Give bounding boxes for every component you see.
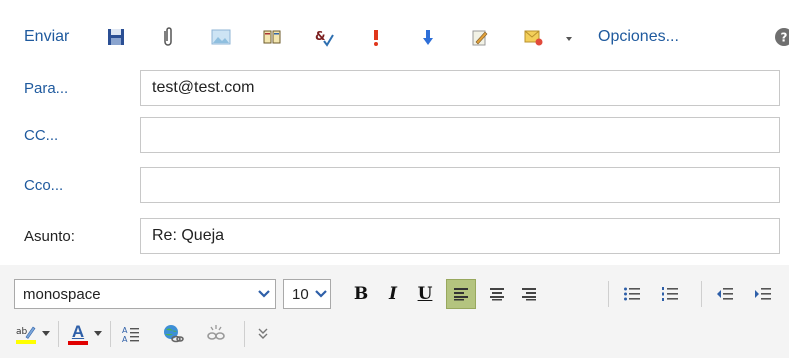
compose-toolbar: Enviar & Opciones... ? xyxy=(0,0,789,70)
font-color-label: A xyxy=(71,322,85,341)
globe-link-icon xyxy=(164,325,184,343)
separator xyxy=(244,321,245,347)
svg-text:&: & xyxy=(315,29,325,43)
separator xyxy=(58,321,59,347)
high-importance-icon[interactable] xyxy=(366,26,386,48)
signature-icon[interactable] xyxy=(470,26,490,48)
bcc-label-button[interactable]: Cco... xyxy=(24,177,63,194)
underline-button[interactable]: U xyxy=(412,279,438,309)
save-icon[interactable] xyxy=(106,26,126,48)
bcc-input[interactable] xyxy=(140,167,780,203)
font-size-select[interactable]: 10 xyxy=(283,279,331,309)
bold-label: B xyxy=(353,284,369,304)
spell-check-icon[interactable]: & xyxy=(314,26,334,48)
decrease-indent-icon xyxy=(717,288,733,300)
decrease-indent-button[interactable] xyxy=(710,279,740,309)
double-chevron-down-icon xyxy=(258,328,268,339)
insert-link-button[interactable] xyxy=(160,320,186,348)
flag-dropdown-icon[interactable] xyxy=(564,26,574,48)
highlight-dropdown-icon[interactable] xyxy=(40,320,52,348)
align-left-button[interactable] xyxy=(446,279,476,309)
separator xyxy=(608,281,609,307)
highlight-color-button[interactable]: ab xyxy=(14,320,38,348)
font-family-select[interactable]: monospace xyxy=(14,279,276,309)
remove-link-button[interactable] xyxy=(203,320,229,348)
bcc-row: Cco... xyxy=(0,167,789,205)
subject-label: Asunto: xyxy=(24,228,75,245)
highlight-swatch xyxy=(16,340,36,344)
subject-row: Asunto: xyxy=(0,218,789,256)
low-importance-icon[interactable] xyxy=(418,26,438,48)
italic-button[interactable]: I xyxy=(380,279,406,309)
increase-indent-button[interactable] xyxy=(748,279,778,309)
paragraph-format-icon: AA xyxy=(122,326,139,343)
options-button[interactable]: Opciones... xyxy=(598,28,679,46)
paragraph-format-button[interactable]: AA xyxy=(118,320,144,348)
font-color-dropdown-icon[interactable] xyxy=(92,320,104,348)
svg-text:A: A xyxy=(122,335,128,343)
send-button[interactable]: Enviar xyxy=(24,28,69,46)
align-right-icon xyxy=(522,288,536,301)
cc-row: CC... xyxy=(0,117,789,155)
separator xyxy=(110,321,111,347)
font-family-value: monospace xyxy=(23,286,101,303)
highlight-icon: ab xyxy=(16,326,36,344)
cc-input[interactable] xyxy=(140,117,780,153)
subject-input[interactable] xyxy=(140,218,780,254)
cc-label-button[interactable]: CC... xyxy=(24,127,58,144)
chevron-down-icon[interactable] xyxy=(312,280,330,308)
to-label-button[interactable]: Para... xyxy=(24,80,68,97)
font-size-value: 10 xyxy=(292,286,309,303)
svg-text:ab: ab xyxy=(16,327,28,337)
flag-icon[interactable] xyxy=(524,26,544,48)
numbered-list-button[interactable] xyxy=(655,279,685,309)
numbered-list-icon xyxy=(662,287,678,301)
align-left-icon xyxy=(454,288,468,301)
bulleted-list-button[interactable] xyxy=(617,279,647,309)
align-right-button[interactable] xyxy=(514,279,544,309)
font-color-button[interactable]: A xyxy=(66,320,90,348)
insert-image-icon[interactable] xyxy=(211,26,231,48)
to-input[interactable] xyxy=(140,70,780,106)
italic-label: I xyxy=(389,284,397,304)
svg-text:A: A xyxy=(122,326,128,335)
address-book-icon[interactable] xyxy=(262,26,282,48)
bulleted-list-icon xyxy=(624,287,640,301)
formatting-toolbar: monospace 10 B I U ab A A A xyxy=(0,265,789,358)
separator xyxy=(701,281,702,307)
compose-window: Enviar & Opciones... ? Para... test@test… xyxy=(0,0,789,358)
chevron-down-icon[interactable] xyxy=(253,280,275,308)
align-center-icon xyxy=(490,288,504,301)
font-color-swatch xyxy=(68,341,88,345)
align-center-button[interactable] xyxy=(482,279,512,309)
bold-button[interactable]: B xyxy=(348,279,374,309)
unlink-icon xyxy=(207,325,225,340)
increase-indent-icon xyxy=(755,288,771,300)
attach-icon[interactable] xyxy=(158,26,178,48)
svg-text:?: ? xyxy=(781,31,788,45)
to-row: Para... xyxy=(0,70,789,108)
help-icon[interactable]: ? xyxy=(774,26,789,48)
underline-label: U xyxy=(417,284,433,304)
more-options-button[interactable] xyxy=(252,320,274,348)
